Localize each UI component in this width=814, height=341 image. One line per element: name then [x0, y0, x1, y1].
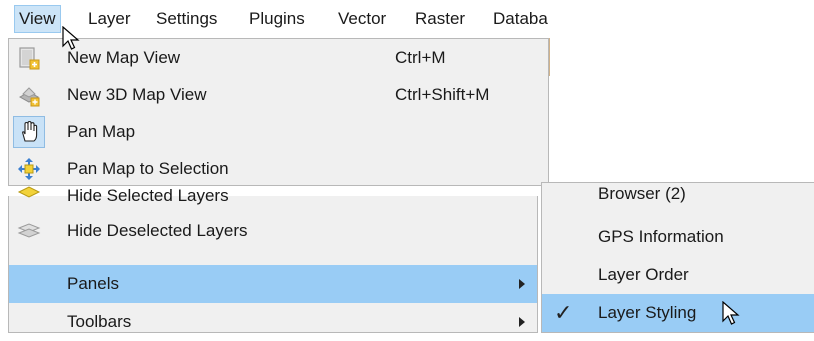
checkmark-icon: ✓ [554, 300, 573, 325]
submenu-item-label: Layer Order [598, 265, 689, 284]
menu-plugins[interactable]: Plugins [245, 6, 309, 32]
submenu-arrow-icon [519, 317, 525, 327]
new-3d-map-view-icon [17, 83, 41, 107]
menu-bar: View Layer Settings Plugins Vector Raste… [0, 0, 560, 38]
view-menu-lower: Hide Selected Layers Hide Deselected Lay… [8, 186, 538, 333]
hide-deselected-layers-icon [17, 219, 41, 243]
menu-vector[interactable]: Vector [334, 6, 390, 32]
submenu-item-gps-information[interactable]: GPS Information [542, 218, 814, 256]
menu-item-hide-selected-layers[interactable]: Hide Selected Layers [9, 182, 537, 208]
menu-item-pan-map[interactable]: Pan Map [9, 113, 548, 151]
pan-to-selection-icon [17, 157, 41, 181]
hand-icon [17, 120, 41, 144]
menu-item-label: New Map View [67, 48, 181, 67]
new-map-view-icon [17, 46, 41, 70]
menu-database[interactable]: Databa [489, 6, 552, 32]
menu-item-new-3d-map-view[interactable]: New 3D Map View Ctrl+Shift+M [9, 76, 548, 114]
submenu-item-layer-styling[interactable]: ✓ Layer Styling [542, 294, 814, 332]
menu-item-label: Toolbars [67, 312, 132, 331]
menu-raster[interactable]: Raster [411, 6, 469, 32]
menu-item-label: Pan Map [67, 122, 136, 141]
menu-item-label: Hide Selected Layers [67, 186, 229, 205]
submenu-item-label: Browser (2) [598, 184, 686, 203]
submenu-item-layer-order[interactable]: Layer Order [542, 256, 814, 294]
view-menu: New Map View Ctrl+M New 3D Map View Ctrl… [8, 38, 549, 186]
submenu-item-label: Layer Styling [598, 303, 697, 322]
menu-item-label: Hide Deselected Layers [67, 221, 248, 240]
submenu-item-label: GPS Information [598, 227, 724, 246]
hide-selected-layers-icon [17, 182, 41, 200]
menu-view[interactable]: View [14, 5, 61, 33]
submenu-arrow-icon [519, 279, 525, 289]
menu-item-label: New 3D Map View [67, 85, 207, 104]
menu-item-new-map-view[interactable]: New Map View Ctrl+M [9, 39, 548, 77]
submenu-item-browser[interactable]: Browser (2) [542, 179, 814, 209]
shortcut-label: Ctrl+Shift+M [395, 85, 490, 104]
menu-item-panels[interactable]: Panels [9, 265, 537, 303]
menu-item-label: Panels [67, 274, 119, 293]
menu-item-hide-deselected-layers[interactable]: Hide Deselected Layers [9, 212, 537, 250]
shortcut-label: Ctrl+M [395, 48, 446, 67]
menu-layer[interactable]: Layer [84, 6, 135, 32]
menu-item-toolbars[interactable]: Toolbars [9, 303, 537, 341]
panels-submenu: Browser (2) GPS Information Layer Order … [541, 182, 814, 333]
menu-settings[interactable]: Settings [152, 6, 221, 32]
